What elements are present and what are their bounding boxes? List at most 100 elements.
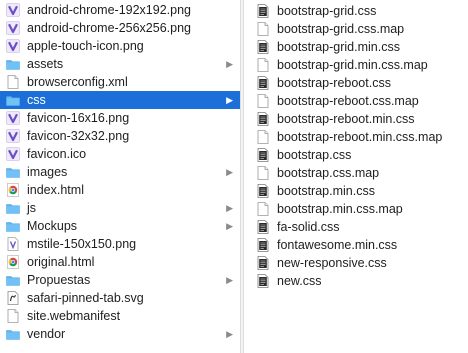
parent-folder-list: android-chrome-192x192.png android-chrome… — [0, 1, 240, 343]
vs-icon — [6, 147, 20, 161]
item-name: bootstrap-grid.css.map — [277, 22, 405, 36]
parent-folder-column: android-chrome-192x192.png android-chrome… — [0, 0, 240, 353]
item-name: bootstrap-reboot.css.map — [277, 94, 419, 108]
css-file-icon — [256, 40, 270, 54]
item-name: bootstrap-grid.min.css — [277, 40, 400, 54]
document-icon — [256, 166, 270, 180]
file-item-safari-pinned-tab-svg[interactable]: safari-pinned-tab.svg — [0, 289, 240, 307]
file-item-bootstrap-css[interactable]: bootstrap.css — [244, 146, 468, 164]
file-item-bootstrap-css-map[interactable]: bootstrap.css.map — [244, 164, 468, 182]
item-name: site.webmanifest — [27, 309, 121, 323]
document-icon — [256, 94, 270, 108]
item-name: apple-touch-icon.png — [27, 39, 144, 53]
file-item-mstile-150x150-png[interactable]: mstile-150x150.png — [0, 235, 240, 253]
file-item-site-webmanifest[interactable]: site.webmanifest — [0, 307, 240, 325]
file-item-bootstrap-reboot-css-map[interactable]: bootstrap-reboot.css.map — [244, 92, 468, 110]
css-file-icon — [256, 256, 270, 270]
item-name: original.html — [27, 255, 95, 269]
file-item-fa-solid-css[interactable]: fa-solid.css — [244, 218, 468, 236]
item-name: safari-pinned-tab.svg — [27, 291, 144, 305]
disclosure-chevron-icon: ▶ — [226, 167, 233, 177]
item-name: fontawesome.min.css — [277, 238, 398, 252]
disclosure-chevron-icon: ▶ — [226, 203, 233, 213]
item-name: assets — [27, 57, 64, 71]
item-name: browserconfig.xml — [27, 75, 128, 89]
item-name: bootstrap-reboot.min.css.map — [277, 130, 443, 144]
file-item-favicon-16x16-png[interactable]: favicon-16x16.png — [0, 109, 240, 127]
file-item-bootstrap-grid-css[interactable]: bootstrap-grid.css — [244, 2, 468, 20]
file-item-bootstrap-reboot-css[interactable]: bootstrap-reboot.css — [244, 74, 468, 92]
file-item-index-html[interactable]: index.html — [0, 181, 240, 199]
chrome-icon — [6, 183, 20, 197]
file-item-favicon-ico[interactable]: favicon.ico — [0, 145, 240, 163]
folder-item-assets[interactable]: assets ▶ — [0, 55, 240, 73]
document-icon — [256, 22, 270, 36]
item-name: bootstrap-reboot.min.css — [277, 112, 415, 126]
folder-item-images[interactable]: images ▶ — [0, 163, 240, 181]
document-icon — [256, 130, 270, 144]
item-name: vendor — [27, 327, 66, 341]
document-icon — [6, 309, 20, 323]
file-item-bootstrap-reboot-min-css[interactable]: bootstrap-reboot.min.css — [244, 110, 468, 128]
css-file-icon — [256, 184, 270, 198]
file-item-bootstrap-min-css-map[interactable]: bootstrap.min.css.map — [244, 200, 468, 218]
vs-icon — [6, 21, 20, 35]
file-item-bootstrap-grid-css-map[interactable]: bootstrap-grid.css.map — [244, 20, 468, 38]
file-item-new-css[interactable]: new.css — [244, 272, 468, 290]
document-icon — [256, 202, 270, 216]
document-icon — [256, 58, 270, 72]
item-name: Mockups — [27, 219, 78, 233]
folder-item-mockups[interactable]: Mockups ▶ — [0, 217, 240, 235]
css-folder-column: bootstrap-grid.css bootstrap-grid.css.map… — [244, 0, 468, 353]
item-name: mstile-150x150.png — [27, 237, 137, 251]
file-item-android-chrome-256x256-png[interactable]: android-chrome-256x256.png — [0, 19, 240, 37]
vs-icon — [6, 3, 20, 17]
css-file-icon — [256, 238, 270, 252]
folder-item-js[interactable]: js ▶ — [0, 199, 240, 217]
file-item-bootstrap-grid-min-css-map[interactable]: bootstrap-grid.min.css.map — [244, 56, 468, 74]
svg-file-icon — [6, 291, 20, 305]
chrome-icon — [6, 255, 20, 269]
folder-icon — [6, 219, 20, 233]
folder-item-vendor[interactable]: vendor ▶ — [0, 325, 240, 343]
folder-icon — [6, 57, 20, 71]
item-name: js — [27, 201, 37, 215]
file-item-bootstrap-reboot-min-css-map[interactable]: bootstrap-reboot.min.css.map — [244, 128, 468, 146]
css-folder-list: bootstrap-grid.css bootstrap-grid.css.map… — [244, 2, 468, 290]
item-name: new-responsive.css — [277, 256, 387, 270]
file-item-new-responsive-css[interactable]: new-responsive.css — [244, 254, 468, 272]
css-file-icon — [256, 220, 270, 234]
file-item-favicon-32x32-png[interactable]: favicon-32x32.png — [0, 127, 240, 145]
disclosure-chevron-icon: ▶ — [226, 221, 233, 231]
item-name: android-chrome-192x192.png — [27, 3, 191, 17]
item-name: favicon-32x32.png — [27, 129, 130, 143]
file-item-apple-touch-icon-png[interactable]: apple-touch-icon.png — [0, 37, 240, 55]
file-item-android-chrome-192x192-png[interactable]: android-chrome-192x192.png — [0, 1, 240, 19]
file-item-bootstrap-grid-min-css[interactable]: bootstrap-grid.min.css — [244, 38, 468, 56]
folder-icon — [6, 327, 20, 341]
item-name: bootstrap.min.css.map — [277, 202, 403, 216]
item-name: index.html — [27, 183, 84, 197]
file-item-browserconfig-xml[interactable]: browserconfig.xml — [0, 73, 240, 91]
disclosure-chevron-icon: ▶ — [226, 329, 233, 339]
item-name: css — [27, 93, 46, 107]
disclosure-chevron-icon: ▶ — [226, 275, 233, 285]
file-item-original-html[interactable]: original.html — [0, 253, 240, 271]
finder-column-browser: android-chrome-192x192.png android-chrome… — [0, 0, 468, 353]
disclosure-chevron-icon: ▶ — [226, 95, 233, 105]
vs-icon — [6, 129, 20, 143]
css-file-icon — [256, 4, 270, 18]
image-file-icon — [6, 237, 20, 251]
item-name: favicon-16x16.png — [27, 111, 130, 125]
item-name: Propuestas — [27, 273, 91, 287]
css-file-icon — [256, 112, 270, 126]
folder-item-propuestas[interactable]: Propuestas ▶ — [0, 271, 240, 289]
folder-item-css[interactable]: css ▶ — [0, 91, 240, 109]
item-name: favicon.ico — [27, 147, 87, 161]
item-name: fa-solid.css — [277, 220, 340, 234]
file-item-bootstrap-min-css[interactable]: bootstrap.min.css — [244, 182, 468, 200]
document-icon — [6, 75, 20, 89]
css-file-icon — [256, 76, 270, 90]
file-item-fontawesome-min-css[interactable]: fontawesome.min.css — [244, 236, 468, 254]
css-file-icon — [256, 148, 270, 162]
